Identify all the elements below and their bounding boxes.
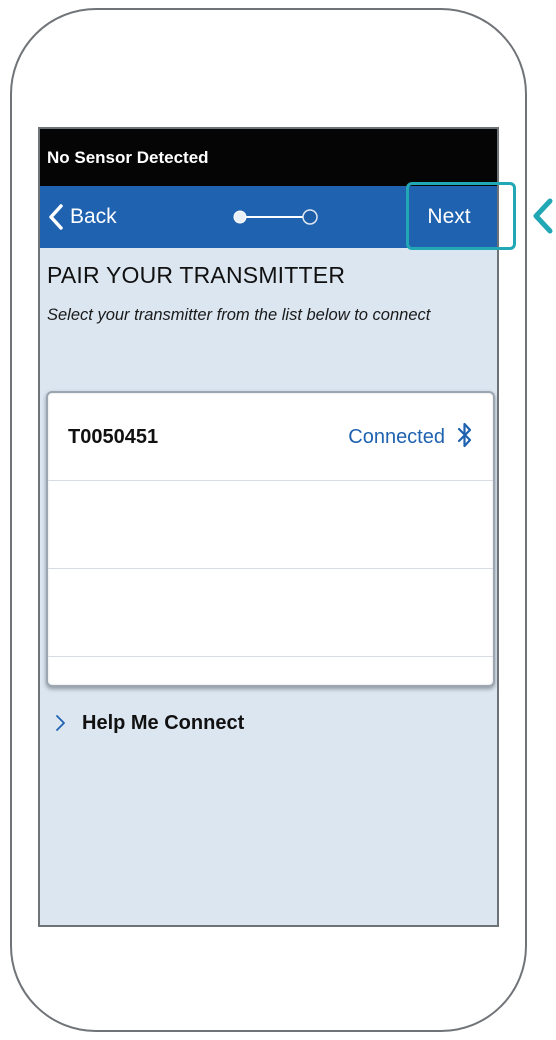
help-label: Help Me Connect — [82, 711, 245, 734]
transmitter-row[interactable]: T0050451 Connected — [48, 393, 493, 481]
device-illustration: No Sensor Detected Back Next PAIR YOUR T… — [0, 0, 556, 1040]
transmitter-row-empty[interactable] — [48, 481, 493, 569]
page-instructions: Select your transmitter from the list be… — [47, 306, 431, 324]
bluetooth-icon — [457, 422, 472, 448]
page-title: PAIR YOUR TRANSMITTER — [47, 262, 346, 288]
transmitter-row-empty[interactable] — [48, 569, 493, 657]
sensor-status-text: No Sensor Detected — [47, 148, 209, 167]
page-dot-2 — [302, 209, 318, 225]
transmitter-id: T0050451 — [68, 426, 159, 448]
back-button[interactable]: Back — [46, 186, 117, 248]
callout-arrow-icon — [533, 198, 553, 234]
page-dot-1 — [233, 210, 247, 224]
chevron-right-icon — [56, 715, 65, 731]
chevron-left-icon — [49, 204, 63, 230]
transmitter-list: T0050451 Connected — [46, 391, 495, 687]
connection-status: Connected — [348, 426, 445, 448]
sensor-status-bar: No Sensor Detected — [40, 129, 497, 186]
help-me-connect-link[interactable]: Help Me Connect — [54, 703, 244, 743]
next-highlight-callout — [406, 182, 516, 250]
back-label: Back — [70, 205, 117, 228]
page-indicator — [233, 209, 318, 225]
